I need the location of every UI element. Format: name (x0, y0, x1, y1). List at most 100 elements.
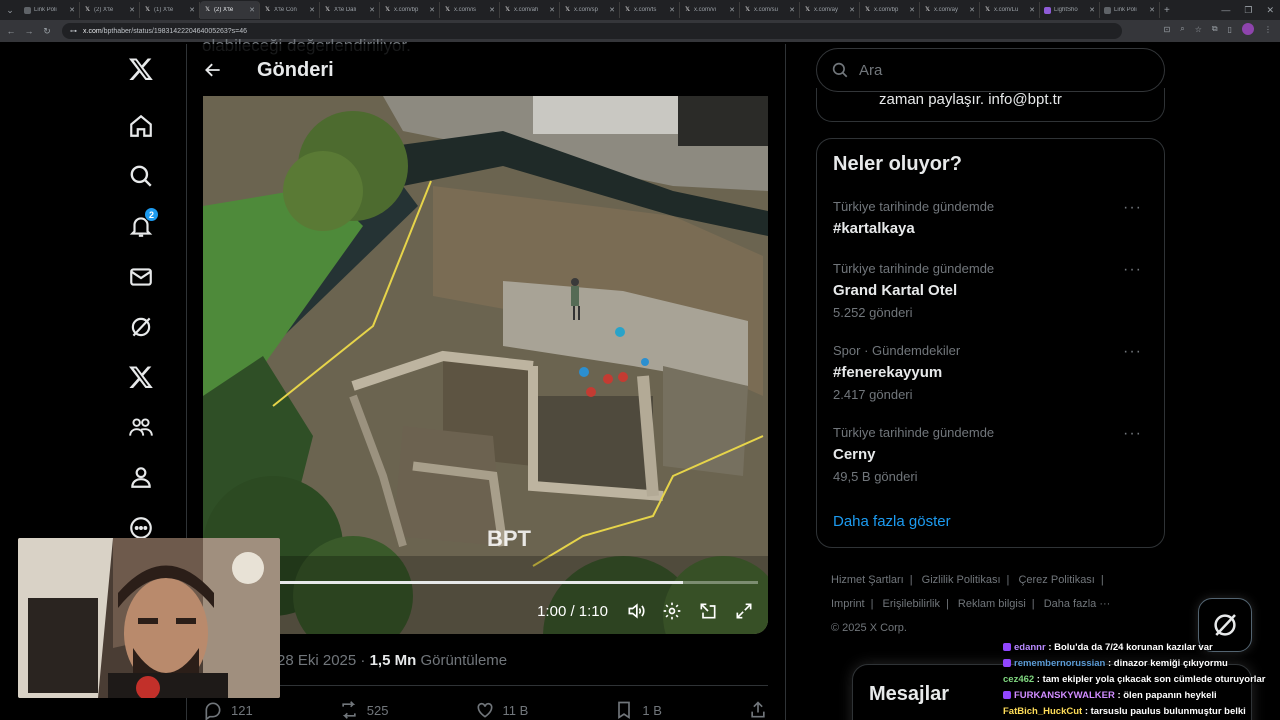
communities-icon[interactable] (124, 410, 158, 444)
close-tab-icon[interactable]: ✕ (1149, 6, 1155, 14)
close-tab-icon[interactable]: ✕ (909, 6, 915, 14)
close-tab-icon[interactable]: ✕ (729, 6, 735, 14)
trend-count: 49,5 B gönderi (833, 469, 918, 484)
back-icon[interactable]: ← (4, 26, 18, 36)
extensions-icon[interactable]: ⧉ (1212, 24, 1218, 34)
more-options-icon[interactable]: ··· (1123, 199, 1142, 217)
close-tab-icon[interactable]: ✕ (669, 6, 675, 14)
bookmark-button[interactable]: 1 B (614, 700, 662, 720)
close-tab-icon[interactable]: ✕ (549, 6, 555, 14)
footer-link[interactable]: Imprint (831, 598, 865, 610)
tab-title: x.com/bp (394, 7, 419, 13)
browser-tab[interactable]: 𝕏x.com/ah ✕ (500, 2, 560, 18)
x-logo-icon[interactable] (124, 52, 158, 86)
browser-tab[interactable]: 𝕏x.com/su ✕ (740, 2, 800, 18)
browser-tab[interactable]: 𝕏 X'te Con ✕ (260, 2, 320, 18)
close-tab-icon[interactable]: ✕ (249, 6, 255, 14)
picture-in-picture-icon[interactable] (698, 601, 718, 621)
profile-icon[interactable] (124, 460, 158, 494)
browser-tab[interactable]: 𝕏x.com/is ✕ (440, 2, 500, 18)
menu-icon[interactable]: ⋮ (1264, 25, 1272, 34)
tab-search-icon[interactable]: ⌄ (0, 0, 20, 20)
browser-tab[interactable]: 𝕏x.com/ts ✕ (620, 2, 680, 18)
close-tab-icon[interactable]: ✕ (309, 6, 315, 14)
close-tab-icon[interactable]: ✕ (789, 6, 795, 14)
more-options-icon[interactable]: ··· (1123, 343, 1142, 361)
like-button[interactable]: 11 B (475, 700, 528, 720)
forward-icon[interactable]: → (22, 26, 36, 36)
grok-icon[interactable] (124, 310, 158, 344)
footer-link[interactable]: Reklam bilgisi (958, 598, 1026, 610)
close-tab-icon[interactable]: ✕ (1089, 6, 1095, 14)
new-tab-icon[interactable]: + (1164, 5, 1170, 16)
footer-more-link[interactable]: Daha fazla ··· (1044, 598, 1111, 610)
tab-title: x.com/ay (934, 7, 959, 13)
browser-tab[interactable]: 𝕏 (2) X'te ✕ (200, 1, 260, 19)
profile-avatar[interactable] (1242, 23, 1254, 35)
browser-tab[interactable]: 𝕏x.com/vi ✕ (680, 2, 740, 18)
show-more-link[interactable]: Daha fazla göster (833, 513, 951, 530)
footer-link[interactable]: Çerez Politikası (1018, 574, 1094, 586)
minimize-icon[interactable]: — (1221, 5, 1230, 15)
volume-icon[interactable] (626, 601, 646, 621)
trend-name: #kartalkaya (833, 220, 915, 237)
close-tab-icon[interactable]: ✕ (969, 6, 975, 14)
reply-button[interactable]: 121 (203, 700, 253, 720)
close-tab-icon[interactable]: ✕ (429, 6, 435, 14)
premium-icon[interactable] (124, 360, 158, 394)
close-tab-icon[interactable]: ✕ (189, 6, 195, 14)
close-tab-icon[interactable]: ✕ (369, 6, 375, 14)
browser-tab[interactable]: 𝕏x.com/bp ✕ (380, 2, 440, 18)
bookmark-star-icon[interactable]: ☆ (1195, 25, 1202, 34)
x-icon: 𝕏 (685, 6, 690, 13)
trend-item[interactable]: Türkiye tarihinde gündemde #kartalkaya ·… (833, 199, 1150, 240)
search-input[interactable]: Ara (859, 62, 882, 79)
maximize-icon[interactable]: ❐ (1244, 5, 1252, 16)
reload-icon[interactable]: ↻ (40, 26, 54, 37)
notifications-icon[interactable]: 2 (124, 207, 159, 243)
footer-link[interactable]: Erişilebilirlik (883, 598, 940, 610)
home-icon[interactable] (124, 109, 158, 143)
back-arrow-icon[interactable] (195, 52, 231, 88)
close-tab-icon[interactable]: ✕ (129, 6, 135, 14)
close-tab-icon[interactable]: ✕ (1029, 6, 1035, 14)
browser-tab[interactable]: 𝕏x.com/ay ✕ (800, 2, 860, 18)
zoom-icon[interactable]: ⌕ (1180, 24, 1184, 34)
close-window-icon[interactable]: ✕ (1266, 5, 1274, 16)
footer-link[interactable]: Hizmet Şartları (831, 574, 904, 586)
browser-tab[interactable]: Link Poli ✕ (20, 2, 80, 18)
explore-icon[interactable] (124, 159, 158, 193)
video-progress-bar[interactable] (233, 581, 758, 584)
repost-button[interactable]: 525 (339, 700, 388, 720)
browser-tab[interactable]: 𝕏 (1) X'te ✕ (140, 2, 200, 18)
fullscreen-icon[interactable] (734, 601, 754, 621)
settings-gear-icon[interactable] (662, 601, 682, 621)
browser-tab[interactable]: 𝕏 (2) X'te ✕ (80, 2, 140, 18)
browser-tab[interactable]: 𝕏x.com/ay ✕ (920, 2, 980, 18)
search-bar[interactable]: Ara (816, 48, 1165, 92)
browser-tab[interactable]: Link Poli ✕ (1100, 2, 1160, 18)
messages-icon[interactable] (124, 260, 158, 294)
share-button[interactable] (748, 700, 768, 720)
close-tab-icon[interactable]: ✕ (489, 6, 495, 14)
footer-links: Hizmet Şartları | Gizlilik Politikası | Çe… (831, 568, 1171, 640)
footer-link[interactable]: Gizlilik Politikası (922, 574, 1001, 586)
browser-tab[interactable]: 𝕏x.com/bp ✕ (860, 2, 920, 18)
sidebar-toggle-icon[interactable]: ▯ (1228, 25, 1232, 34)
trend-item[interactable]: Türkiye tarihinde gündemde Grand Kartal … (833, 261, 1150, 321)
browser-tab[interactable]: 𝕏 X'te Dali ✕ (320, 2, 380, 18)
trend-item[interactable]: Türkiye tarihinde gündemde Cerny 49,5 B … (833, 425, 1150, 485)
post-date[interactable]: 28 Eki 2025 (277, 652, 356, 669)
more-options-icon[interactable]: ··· (1123, 261, 1142, 279)
browser-tab[interactable]: LightSho ✕ (1040, 2, 1100, 18)
close-tab-icon[interactable]: ✕ (609, 6, 615, 14)
site-info-icon[interactable]: ⊶ (70, 27, 77, 35)
post-video[interactable]: BPT 1:00 / 1:10 (203, 96, 768, 634)
more-options-icon[interactable]: ··· (1123, 425, 1142, 443)
close-tab-icon[interactable]: ✕ (69, 6, 75, 14)
browser-tab[interactable]: 𝕏x.com/sp ✕ (560, 2, 620, 18)
install-app-icon[interactable]: ⊡ (1164, 25, 1171, 34)
browser-tab[interactable]: 𝕏x.com/Lu ✕ (980, 2, 1040, 18)
trend-item[interactable]: Spor · Gündemdekiler #fenerekayyum 2.417… (833, 343, 1150, 403)
close-tab-icon[interactable]: ✕ (849, 6, 855, 14)
